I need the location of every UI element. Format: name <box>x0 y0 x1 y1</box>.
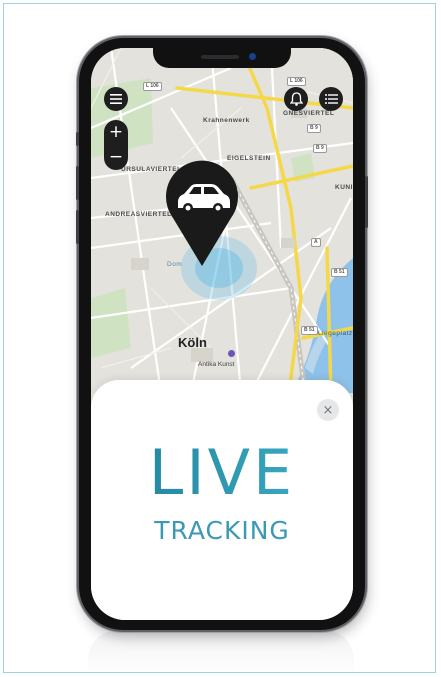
phone-reflection <box>88 630 354 677</box>
phone-volume-down <box>76 210 79 244</box>
map-label-krahnenwerk: Krahnenwerk <box>203 117 250 124</box>
subheadline: TRACKING <box>154 516 290 545</box>
road-tag: B 51 <box>301 326 318 335</box>
road-tag: B 9 <box>313 144 327 153</box>
close-button[interactable]: × <box>317 399 339 421</box>
bell-icon <box>289 92 303 106</box>
list-icon <box>324 94 338 104</box>
phone-mute-switch <box>76 132 79 146</box>
road-tag: B 51 <box>331 268 348 277</box>
menu-button[interactable] <box>104 87 128 111</box>
notifications-button[interactable] <box>284 87 308 111</box>
menu-icon <box>110 94 122 104</box>
phone-volume-up <box>76 166 79 200</box>
phone-screen: Krahnenwerk GNESVIERTEL URSULAVIERTEL EI… <box>91 48 353 620</box>
vehicle-list-button[interactable] <box>319 87 343 111</box>
map-label-liegeplatz: Liegeplatz <box>318 330 353 337</box>
zoom-out-button[interactable]: − <box>104 145 128 170</box>
live-tracking-card: × LIVE TRACKING <box>91 380 353 620</box>
road-tag: L 106 <box>143 82 162 91</box>
speaker-grille <box>201 55 239 59</box>
poi-marker[interactable] <box>228 350 235 357</box>
phone-notch <box>153 48 291 68</box>
map-label-gnesviertel: GNESVIERTEL <box>283 110 335 117</box>
front-camera <box>249 53 256 60</box>
phone-power-button <box>365 176 368 228</box>
car-location-pin-icon[interactable] <box>160 156 244 268</box>
map-view[interactable]: Krahnenwerk GNESVIERTEL URSULAVIERTEL EI… <box>91 48 353 395</box>
road-tag: A <box>311 238 321 247</box>
road-tag: L 106 <box>287 77 306 86</box>
map-label-city: Köln <box>178 335 207 350</box>
zoom-in-button[interactable]: + <box>104 120 128 145</box>
road-tag: B 9 <box>307 124 321 133</box>
headline: LIVE <box>91 438 353 508</box>
map-label-kuni: KUNI <box>335 184 353 191</box>
zoom-control: + − <box>104 120 128 170</box>
map-label-poi: Antika Kunst <box>198 361 235 368</box>
